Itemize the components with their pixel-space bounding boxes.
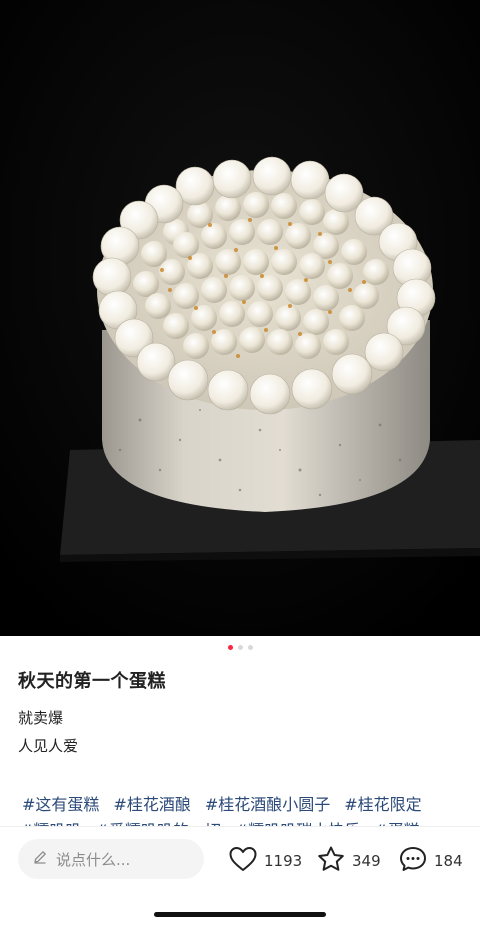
tag-list: #这有蛋糕 #桂花酒酿 #桂花酒酿小圆子 #桂花限定 bbox=[22, 791, 422, 815]
comment-button[interactable]: 184 bbox=[398, 845, 463, 877]
post-body-line: 人见人爱 bbox=[18, 737, 79, 755]
hashtag-link[interactable]: #桂花酒酿 bbox=[113, 791, 190, 815]
star-icon bbox=[316, 845, 346, 877]
like-button[interactable]: 1193 bbox=[228, 845, 302, 877]
carousel-dot bbox=[247, 645, 253, 650]
hashtag-link[interactable]: #桂花限定 bbox=[344, 791, 421, 815]
post-title: 秋天的第一个蛋糕 bbox=[18, 671, 166, 692]
carousel-indicator bbox=[0, 645, 480, 650]
carousel-dot bbox=[237, 645, 243, 650]
pencil-icon bbox=[32, 849, 48, 869]
post-body-line: 就卖爆 bbox=[18, 709, 64, 727]
hashtag-link[interactable]: #桂花酒酿小圆子 bbox=[205, 791, 330, 815]
home-indicator[interactable] bbox=[154, 912, 326, 917]
post-image[interactable] bbox=[0, 0, 480, 636]
like-count: 1193 bbox=[264, 852, 303, 870]
comment-input[interactable]: 说点什么... bbox=[18, 839, 204, 879]
hashtag-link[interactable]: #这有蛋糕 bbox=[22, 791, 99, 815]
heart-icon bbox=[228, 845, 258, 877]
chat-bubble-icon bbox=[398, 845, 428, 877]
comment-count: 184 bbox=[434, 852, 463, 870]
carousel-dot-active bbox=[227, 645, 233, 650]
cake-photo bbox=[0, 0, 480, 636]
favorite-button[interactable]: 349 bbox=[316, 845, 381, 877]
favorite-count: 349 bbox=[352, 852, 381, 870]
engagement-bar: 说点什么... 1193 349 184 bbox=[0, 826, 480, 926]
comment-placeholder: 说点什么... bbox=[56, 850, 131, 869]
